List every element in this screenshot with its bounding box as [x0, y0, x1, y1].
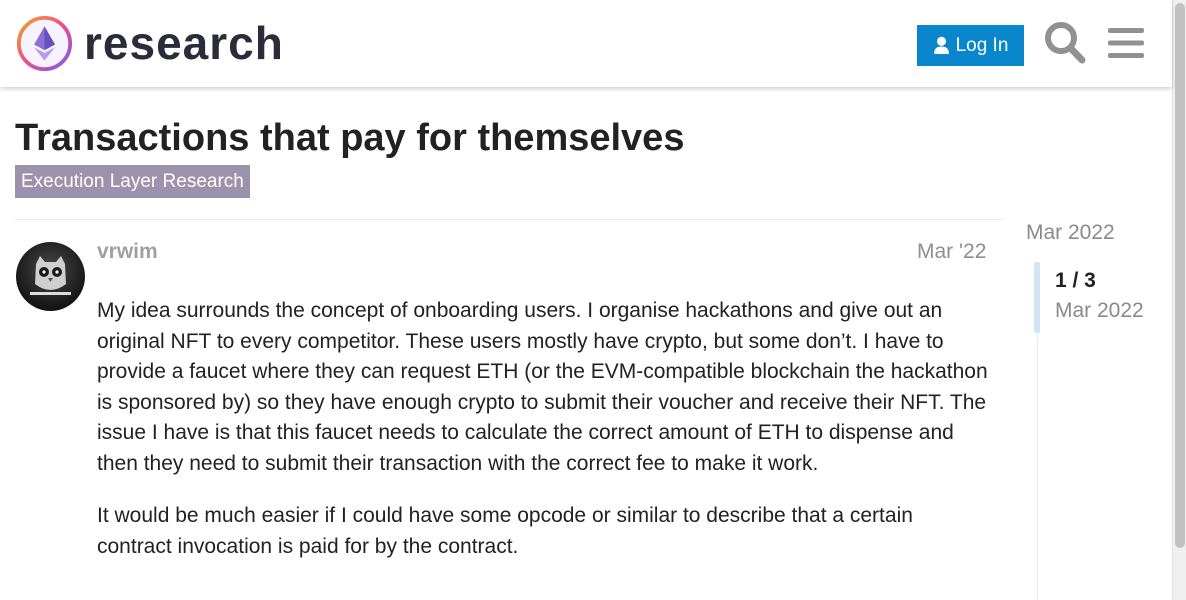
timeline-current-date: Mar 2022: [1055, 299, 1144, 322]
logo-icon: [16, 15, 73, 72]
user-icon: [933, 36, 949, 54]
topic-title[interactable]: Transactions that pay for themselves: [15, 117, 684, 160]
category-badge[interactable]: Execution Layer Research: [15, 165, 250, 198]
timeline-start-date[interactable]: Mar 2022: [1026, 221, 1115, 245]
post-date[interactable]: Mar '22: [917, 240, 986, 264]
post-body: My idea surrounds the concept of onboard…: [97, 296, 992, 584]
hamburger-menu-icon[interactable]: [1106, 25, 1146, 61]
site-logo[interactable]: research: [16, 15, 284, 72]
title-divider: [15, 219, 1004, 220]
search-icon[interactable]: [1044, 21, 1086, 65]
scrollbar-thumb[interactable]: [1175, 3, 1185, 548]
avatar[interactable]: [16, 242, 85, 311]
site-name: research: [84, 17, 284, 69]
timeline-scroll-handle[interactable]: [1034, 262, 1040, 333]
post-paragraph: It would be much easier if I could have …: [97, 504, 913, 558]
login-label: Log In: [955, 34, 1009, 56]
owl-avatar-icon: [16, 242, 85, 311]
timeline-position: 1 / 3: [1055, 269, 1096, 292]
page-scrollbar[interactable]: [1172, 0, 1186, 600]
login-button[interactable]: Log In: [917, 25, 1024, 66]
post-paragraph: My idea surrounds the concept of onboard…: [97, 299, 988, 475]
site-header: research Log In: [0, 0, 1172, 87]
post-username[interactable]: vrwim: [97, 240, 158, 264]
